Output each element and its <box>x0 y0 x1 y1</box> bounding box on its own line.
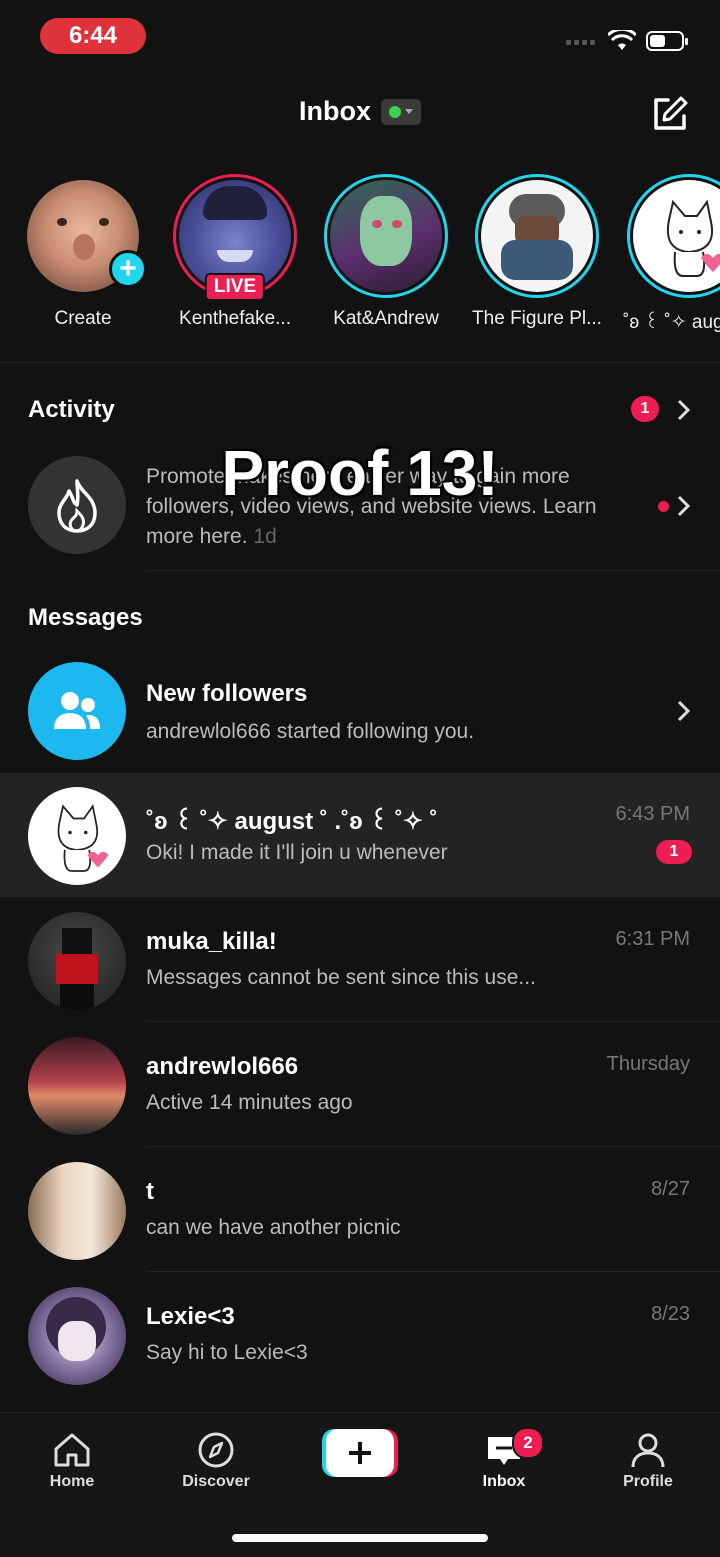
story-kat-andrew[interactable]: Kat&Andrew <box>311 174 461 330</box>
compose-message-icon[interactable] <box>650 94 690 134</box>
nav-discover[interactable]: Discover <box>156 1423 276 1491</box>
conversation-name: ˚ʚ ꒰ ˚✧ august ˚ .˚ʚ ꒰ ˚✧ ˚ <box>146 808 438 835</box>
cat-illustration-icon <box>57 804 109 872</box>
conversation-row[interactable]: andrewlol666 Active 14 minutes ago Thurs… <box>0 1023 720 1147</box>
story-the-figure[interactable]: The Figure Pl... <box>462 174 612 330</box>
caret-down-icon <box>405 109 413 114</box>
activity-text: Promote makes here easier way to gain mo… <box>146 465 597 548</box>
nav-home-label: Home <box>49 1473 95 1490</box>
conversation-preview: Messages cannot be sent since this use..… <box>146 966 536 989</box>
create-post-button[interactable] <box>322 1429 398 1477</box>
conversation-row[interactable]: t can we have another picnic 8/27 <box>0 1148 720 1272</box>
conversation-name: muka_killa! <box>146 928 277 955</box>
home-icon <box>54 1433 90 1467</box>
divider <box>146 1021 720 1022</box>
conversation-time: 6:31 PM <box>615 928 690 950</box>
nav-home[interactable]: Home <box>12 1423 132 1491</box>
online-dot-icon <box>389 105 401 118</box>
divider <box>146 1146 720 1147</box>
activity-count-badge: 1 <box>631 396 659 422</box>
conversation-time: Thursday <box>606 1053 690 1075</box>
conversation-row[interactable]: ˚ʚ ꒰ ˚✧ august ˚ .˚ʚ ꒰ ˚✧ ˚ Oki! I made … <box>0 773 720 897</box>
conversation-preview: Oki! I made it I'll join u whenever <box>146 841 448 864</box>
avatar <box>28 1162 126 1260</box>
plus-icon <box>326 1429 394 1477</box>
header: Inbox <box>0 96 720 127</box>
activity-promote-row[interactable]: Promote makes here easier way to gain mo… <box>0 450 720 566</box>
nav-inbox-label: Inbox <box>482 1473 526 1490</box>
conversation-time: 6:43 PM <box>615 803 690 825</box>
story-name: Kat&Andrew <box>333 308 439 329</box>
avatar <box>633 180 720 292</box>
unread-count-badge: 1 <box>656 840 692 864</box>
home-indicator[interactable] <box>232 1534 488 1542</box>
avatar <box>28 912 126 1010</box>
avatar <box>28 1037 126 1135</box>
avatar <box>28 787 126 885</box>
new-followers-title: New followers <box>146 680 308 707</box>
story-august[interactable]: ˚ʚ ꒰ ˚✧ aug <box>613 174 720 334</box>
nav-profile-label: Profile <box>623 1473 673 1490</box>
followers-icon <box>28 662 126 760</box>
story-name: Kenthefake... <box>179 308 291 329</box>
compass-icon <box>198 1432 234 1468</box>
activity-time: 1d <box>253 525 277 548</box>
nav-profile[interactable]: Profile <box>588 1423 708 1491</box>
conversation-name: andrewlol666 <box>146 1053 299 1080</box>
avatar <box>481 180 593 292</box>
story-create[interactable]: + Create <box>8 174 158 330</box>
new-followers-row[interactable]: New followers andrewlol666 started follo… <box>0 650 720 772</box>
activity-title: Activity <box>28 396 115 423</box>
person-icon <box>631 1433 665 1468</box>
online-status-toggle[interactable] <box>381 98 421 125</box>
avatar <box>28 1287 126 1385</box>
conversation-preview: Say hi to Lexie<3 <box>146 1341 308 1364</box>
conversation-preview: can we have another picnic <box>146 1216 401 1239</box>
nav-discover-label: Discover <box>182 1473 250 1490</box>
messages-title: Messages <box>28 604 143 631</box>
divider <box>146 1271 720 1272</box>
conversation-row[interactable]: muka_killa! Messages cannot be sent sinc… <box>0 898 720 1022</box>
cellular-signal-icon <box>566 40 595 45</box>
status-time: 6:44 <box>40 18 146 54</box>
activity-preview: Promote makes here easier way to gain mo… <box>146 462 616 552</box>
page-title: Inbox <box>299 96 371 126</box>
wifi-icon <box>608 30 636 50</box>
conversation-name: Lexie<3 <box>146 1303 235 1330</box>
unread-dot-icon <box>658 501 669 512</box>
divider <box>146 570 720 571</box>
live-badge: LIVE <box>204 273 266 301</box>
story-name: ˚ʚ ꒰ ˚✧ aug <box>623 312 720 333</box>
chevron-right-icon[interactable] <box>676 700 692 722</box>
story-kenthefake[interactable]: LIVE Kenthefake... <box>160 174 310 330</box>
story-name: Create <box>54 308 112 329</box>
cat-illustration-icon <box>667 199 720 277</box>
battery-icon <box>646 31 688 51</box>
conversation-preview: Active 14 minutes ago <box>146 1091 353 1114</box>
new-followers-subtitle: andrewlol666 started following you. <box>146 720 475 743</box>
inbox-count-badge: 2 <box>512 1427 544 1459</box>
conversation-time: 8/27 <box>651 1178 690 1200</box>
flame-icon <box>28 456 126 554</box>
chevron-right-icon[interactable] <box>676 399 692 421</box>
add-story-icon[interactable]: + <box>109 250 147 288</box>
conversation-row[interactable]: Lexie<3 Say hi to Lexie<3 8/23 <box>0 1273 720 1397</box>
divider <box>0 362 720 363</box>
avatar <box>330 180 442 292</box>
conversation-time: 8/23 <box>651 1303 690 1325</box>
nav-inbox[interactable]: Inbox 2 <box>444 1423 564 1491</box>
story-name: The Figure Pl... <box>472 308 602 329</box>
chevron-right-icon[interactable] <box>676 495 692 517</box>
conversation-name: t <box>146 1178 154 1205</box>
